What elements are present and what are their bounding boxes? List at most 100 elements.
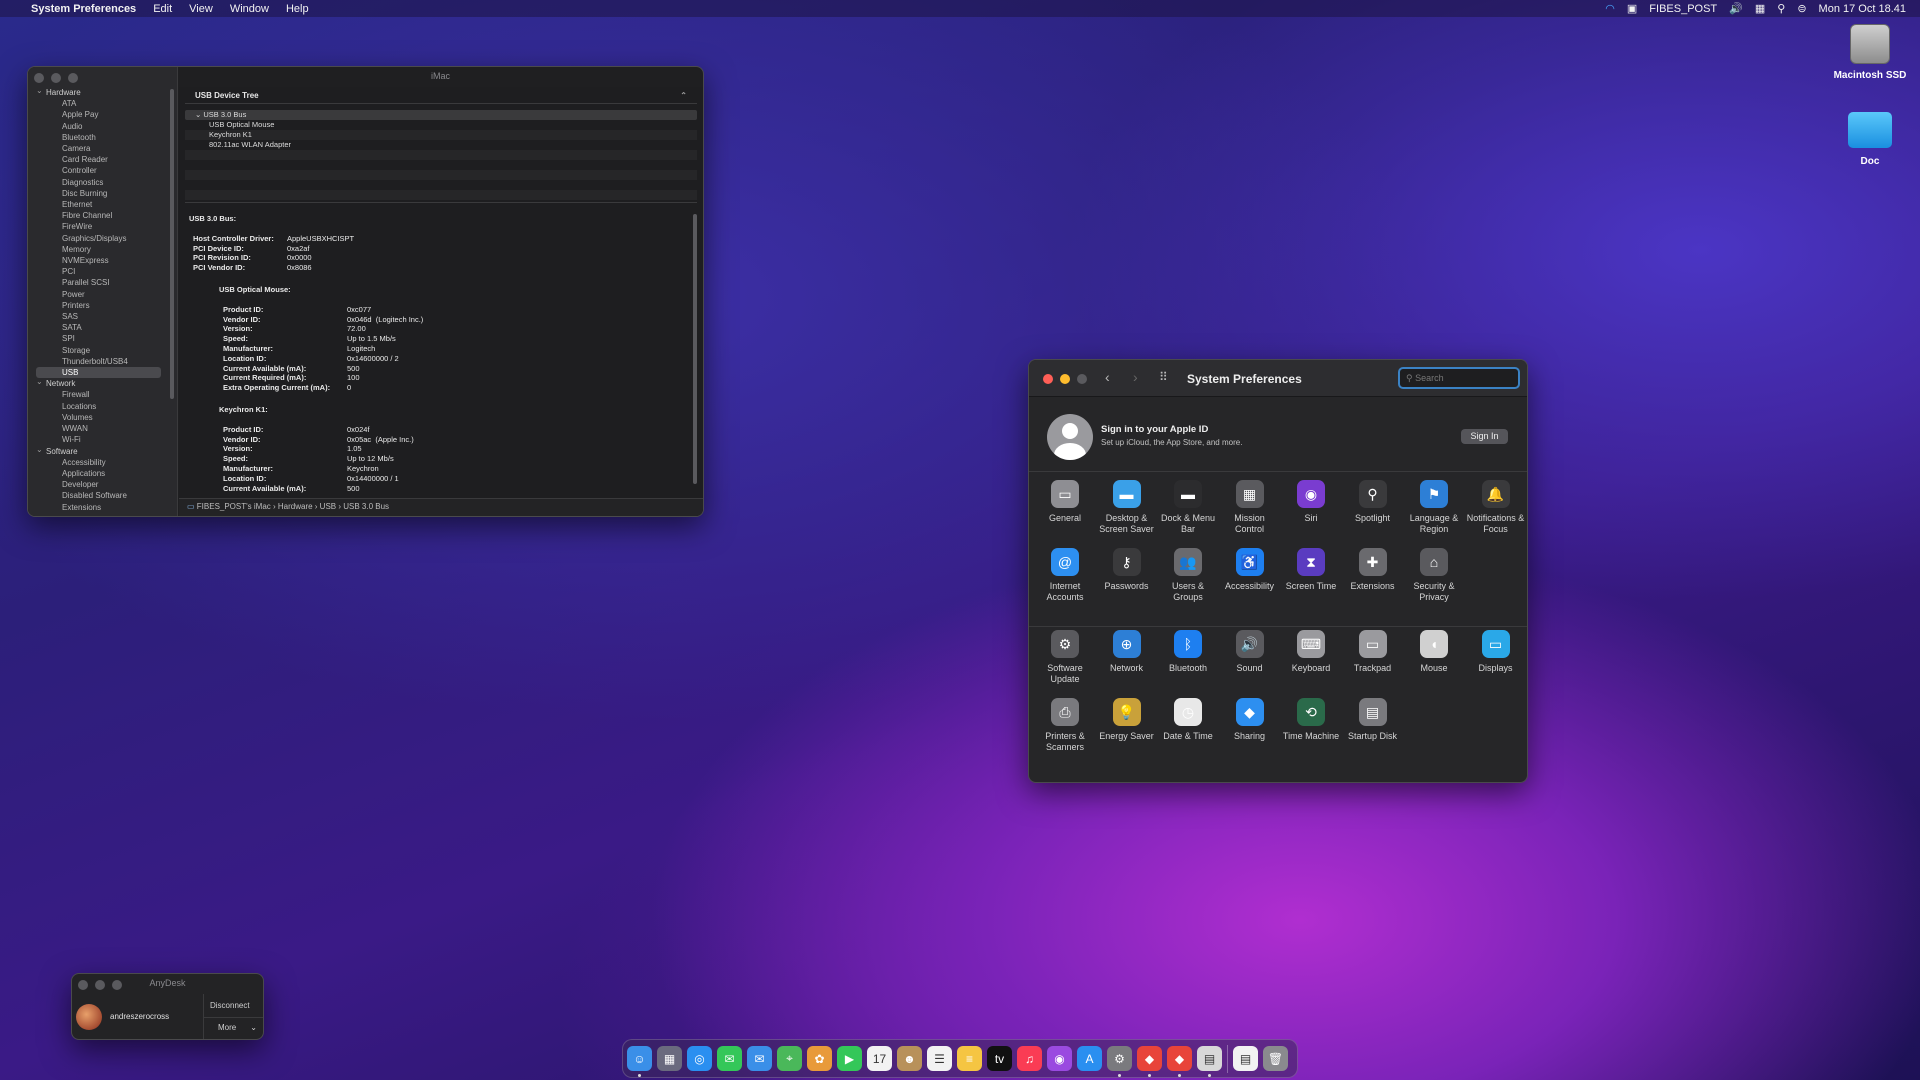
sidebar-item[interactable]: Parallel SCSI <box>36 277 161 288</box>
sidebar-item[interactable]: Power <box>36 289 161 300</box>
tree-row-mouse[interactable]: USB Optical Mouse <box>185 120 697 130</box>
sidebar-item[interactable]: Apple Pay <box>36 109 161 120</box>
minimize-button[interactable] <box>1060 374 1070 384</box>
pref-globe-flag[interactable]: ⚑ Language & Region <box>1403 480 1465 534</box>
sidebar-item[interactable]: Storage <box>36 345 161 356</box>
pref-at[interactable]: @ Internet Accounts <box>1034 548 1096 602</box>
pref-spotlight[interactable]: ⚲ Spotlight <box>1342 480 1404 524</box>
app-store-icon[interactable]: A <box>1077 1046 1102 1071</box>
pref-puzzle[interactable]: ✚ Extensions <box>1342 548 1404 592</box>
pref-desktop[interactable]: ▬ Desktop & Screen Saver <box>1096 480 1158 534</box>
menu-app-name[interactable]: System Preferences <box>31 3 136 15</box>
input-source-icon[interactable]: ▦ <box>1755 2 1765 15</box>
sidebar-category[interactable]: Network <box>36 376 161 389</box>
sidebar-category[interactable]: Software <box>36 443 161 457</box>
podcasts-icon[interactable]: ◉ <box>1047 1046 1072 1071</box>
facetime-icon[interactable]: ▶ <box>837 1046 862 1071</box>
desktop-item-doc[interactable]: Doc <box>1825 112 1915 167</box>
sidebar-item[interactable]: Applications <box>36 468 161 479</box>
sidebar-item[interactable]: Fibre Channel <box>36 210 161 221</box>
pref-bluetooth[interactable]: ᛒ Bluetooth <box>1157 630 1219 674</box>
pref-speaker[interactable]: 🔊 Sound <box>1219 630 1281 674</box>
zoom-button[interactable] <box>68 73 78 83</box>
tree-row-keyboard[interactable]: Keychron K1 <box>185 130 697 140</box>
system-preferences-icon[interactable]: ⚙ <box>1107 1046 1132 1077</box>
sidebar-item[interactable]: Audio <box>36 121 161 132</box>
close-button[interactable] <box>1043 374 1053 384</box>
sidebar-item[interactable]: Developer <box>36 479 161 490</box>
pref-users[interactable]: 👥 Users & Groups <box>1157 548 1219 602</box>
pref-display[interactable]: ▭ Displays <box>1465 630 1527 674</box>
details-scrollbar[interactable] <box>693 214 697 484</box>
sidebar-item[interactable]: Diagnostics <box>36 177 161 188</box>
pref-hourglass[interactable]: ⧗ Screen Time <box>1280 548 1342 592</box>
pref-bell[interactable]: 🔔 Notifications & Focus <box>1465 480 1527 534</box>
sidebar-item[interactable]: USB <box>36 367 161 379</box>
sidebar-item[interactable]: Printers <box>36 300 161 311</box>
sidebar-item[interactable]: ATA <box>36 98 161 109</box>
wifi-icon[interactable]: ◠ <box>1605 2 1615 15</box>
system-information-icon[interactable]: ▤ <box>1197 1046 1222 1077</box>
sidebar-item[interactable]: Ethernet <box>36 199 161 210</box>
pref-keyboard[interactable]: ⌨ Keyboard <box>1280 630 1342 674</box>
pref-trackpad[interactable]: ▭ Trackpad <box>1342 630 1404 674</box>
pref-house-lock[interactable]: ⌂ Security & Privacy <box>1403 548 1465 602</box>
music-icon[interactable]: ♫ <box>1017 1046 1042 1071</box>
safari-icon[interactable]: ◎ <box>687 1046 712 1071</box>
sidebar-item[interactable]: Wi-Fi <box>36 434 161 445</box>
collapse-chevron-icon[interactable]: ⌃ <box>680 91 687 100</box>
sidebar-item[interactable]: Controller <box>36 165 161 176</box>
sidebar-item[interactable]: Bluetooth <box>36 132 161 143</box>
document-icon[interactable]: ▤ <box>1233 1046 1258 1071</box>
sidebar-item[interactable]: Extensions <box>36 502 161 513</box>
show-all-grid-icon[interactable]: ⠿ <box>1159 370 1168 384</box>
pref-network-globe[interactable]: ⊕ Network <box>1096 630 1158 674</box>
sidebar-item[interactable]: Accessibility <box>36 457 161 468</box>
pref-mission-control[interactable]: ▦ Mission Control <box>1219 480 1281 534</box>
close-button[interactable] <box>34 73 44 83</box>
zoom-button[interactable] <box>1077 374 1087 384</box>
sidebar-item[interactable]: NVMExpress <box>36 255 161 266</box>
pref-printer[interactable]: ⎙ Printers & Scanners <box>1034 698 1096 752</box>
spotlight-search-icon[interactable]: ⚲ <box>1777 2 1785 15</box>
menu-edit[interactable]: Edit <box>153 3 172 15</box>
sidebar-item[interactable]: Firewall <box>36 389 161 400</box>
pref-bulb[interactable]: 💡 Energy Saver <box>1096 698 1158 742</box>
tree-row-wlan[interactable]: 802.11ac WLAN Adapter <box>185 140 697 150</box>
search-field[interactable]: ⚲ Search <box>1398 367 1520 389</box>
contacts-icon[interactable]: ☻ <box>897 1046 922 1071</box>
sidebar-item[interactable]: Disabled Software <box>36 490 161 501</box>
pref-siri[interactable]: ◉ Siri <box>1280 480 1342 524</box>
tv-icon[interactable]: tv <box>987 1046 1012 1071</box>
anydesk-alt-icon[interactable]: ◆ <box>1167 1046 1192 1077</box>
reminders-icon[interactable]: ☰ <box>927 1046 952 1071</box>
sidebar-item[interactable]: Graphics/Displays <box>36 233 161 244</box>
menu-view[interactable]: View <box>189 3 213 15</box>
back-chevron-icon[interactable]: ‹ <box>1105 369 1110 385</box>
sidebar-item[interactable]: Volumes <box>36 412 161 423</box>
sidebar-item[interactable]: Memory <box>36 244 161 255</box>
calendar-icon[interactable]: 17 <box>867 1046 892 1071</box>
finder-icon[interactable]: ☺ <box>627 1046 652 1077</box>
volume-icon[interactable]: 🔊 <box>1729 2 1743 15</box>
sidebar-item[interactable]: Locations <box>36 401 161 412</box>
sidebar-item[interactable]: WWAN <box>36 423 161 434</box>
pref-general[interactable]: ▭ General <box>1034 480 1096 524</box>
pref-mouse[interactable]: ◖ Mouse <box>1403 630 1465 674</box>
forward-chevron-icon[interactable]: › <box>1133 369 1138 385</box>
pref-sharing-folder[interactable]: ◆ Sharing <box>1219 698 1281 742</box>
menu-help[interactable]: Help <box>286 3 309 15</box>
sidebar-item[interactable]: FireWire <box>36 221 161 232</box>
sidebar-item[interactable]: Card Reader <box>36 154 161 165</box>
pref-accessibility[interactable]: ♿ Accessibility <box>1219 548 1281 592</box>
sidebar-scrollbar[interactable] <box>170 89 174 399</box>
pref-clock[interactable]: ◷ Date & Time <box>1157 698 1219 742</box>
minimize-button[interactable] <box>51 73 61 83</box>
sidebar-item[interactable]: Camera <box>36 143 161 154</box>
disconnect-button[interactable]: Disconnect <box>210 1001 250 1010</box>
maps-icon[interactable]: ⌖ <box>777 1046 802 1071</box>
more-button[interactable]: More ⌄ <box>218 1023 257 1032</box>
launchpad-icon[interactable]: ▦ <box>657 1046 682 1071</box>
messages-icon[interactable]: ✉ <box>717 1046 742 1071</box>
pref-gear-update[interactable]: ⚙ Software Update <box>1034 630 1096 684</box>
